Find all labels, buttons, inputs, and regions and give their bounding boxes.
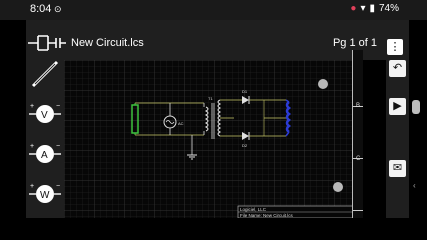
- wattmeter-icon[interactable]: + − W: [29, 180, 61, 208]
- record-icon: ●: [350, 3, 357, 14]
- scroll-indicator[interactable]: [412, 100, 420, 114]
- sync-icon: ⊙: [54, 4, 62, 14]
- wattmeter-label: W: [40, 190, 50, 201]
- ammeter-icon[interactable]: + − A: [29, 140, 61, 168]
- left-toolbar: + − V + − A + − W: [26, 60, 64, 218]
- right-toolbar: ↶ ▶ ✉: [386, 60, 409, 218]
- undo-icon[interactable]: ↶: [389, 60, 406, 77]
- svg-text:+: +: [30, 183, 34, 190]
- ruler-label-c: C: [356, 156, 361, 162]
- svg-text:−: −: [56, 103, 60, 110]
- title-block-company: Logiciel, LLC: [240, 207, 267, 212]
- diode-d2-label: D2: [242, 143, 248, 148]
- page-indicator[interactable]: Pg 1 of 1: [333, 37, 377, 49]
- more-menu-icon[interactable]: ⋮: [387, 39, 403, 55]
- canvas-handle-bottom[interactable]: [333, 182, 343, 192]
- logo-icon[interactable]: [28, 32, 66, 54]
- wire-tool-icon[interactable]: [29, 60, 61, 88]
- svg-text:−: −: [56, 183, 60, 190]
- title-block-filename: File Name: New Circuit.lcs: [240, 213, 294, 218]
- source-label: AC: [178, 121, 184, 126]
- status-time: 8:04: [30, 3, 52, 15]
- vertical-ruler: [352, 50, 363, 218]
- play-icon[interactable]: ▶: [389, 98, 406, 115]
- canvas-handle-top[interactable]: [318, 79, 328, 89]
- mail-icon[interactable]: ✉: [389, 160, 406, 177]
- voltmeter-icon[interactable]: + − V: [29, 100, 61, 128]
- transformer-label: T1: [208, 96, 213, 101]
- chevron-left-icon[interactable]: ‹: [413, 181, 416, 190]
- document-title: New Circuit.lcs: [71, 37, 144, 49]
- svg-text:−: −: [56, 143, 60, 150]
- voltmeter-label: V: [41, 110, 48, 121]
- status-bar: 8:04 ⊙ ● ▾ ▮ 74%: [0, 0, 427, 20]
- ruler-label-b: B: [356, 103, 361, 109]
- ammeter-label: A: [41, 150, 48, 161]
- svg-text:+: +: [30, 103, 34, 110]
- battery-icon: ▮: [369, 3, 375, 14]
- diode-d1-label: D1: [242, 89, 248, 94]
- wifi-icon: ▾: [360, 3, 366, 14]
- battery-percent: 74%: [378, 3, 399, 14]
- svg-text:+: +: [30, 143, 34, 150]
- status-icons: ● ▾ ▮ 74%: [350, 3, 399, 14]
